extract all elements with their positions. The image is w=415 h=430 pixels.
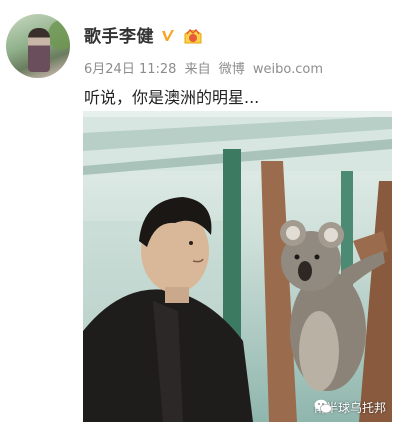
post-date[interactable]: 6月24日 11:28 — [84, 62, 176, 77]
wechat-icon — [314, 399, 332, 414]
verified-icon[interactable] — [160, 28, 176, 44]
username[interactable]: 歌手李健 — [84, 22, 154, 47]
source-url[interactable]: weibo.com — [253, 62, 323, 77]
avatar[interactable] — [6, 14, 70, 78]
koala-photo-illustration — [83, 111, 392, 422]
post-photo[interactable]: 南半球乌托邦 — [83, 111, 392, 422]
avatar-foliage — [48, 20, 70, 50]
source-name[interactable]: 微博 — [219, 62, 245, 77]
source-prefix: 来自 — [184, 62, 211, 77]
post-header: 歌手李健 — [84, 22, 204, 47]
vip-badge-icon[interactable] — [182, 27, 204, 45]
photo-watermark: 南半球乌托邦 — [314, 399, 386, 416]
post-meta: 6月24日 11:28 来自 微博 weibo.com — [84, 58, 327, 77]
post-text: 听说，你是澳洲的明星... — [84, 88, 260, 107]
avatar-figure — [28, 28, 50, 72]
